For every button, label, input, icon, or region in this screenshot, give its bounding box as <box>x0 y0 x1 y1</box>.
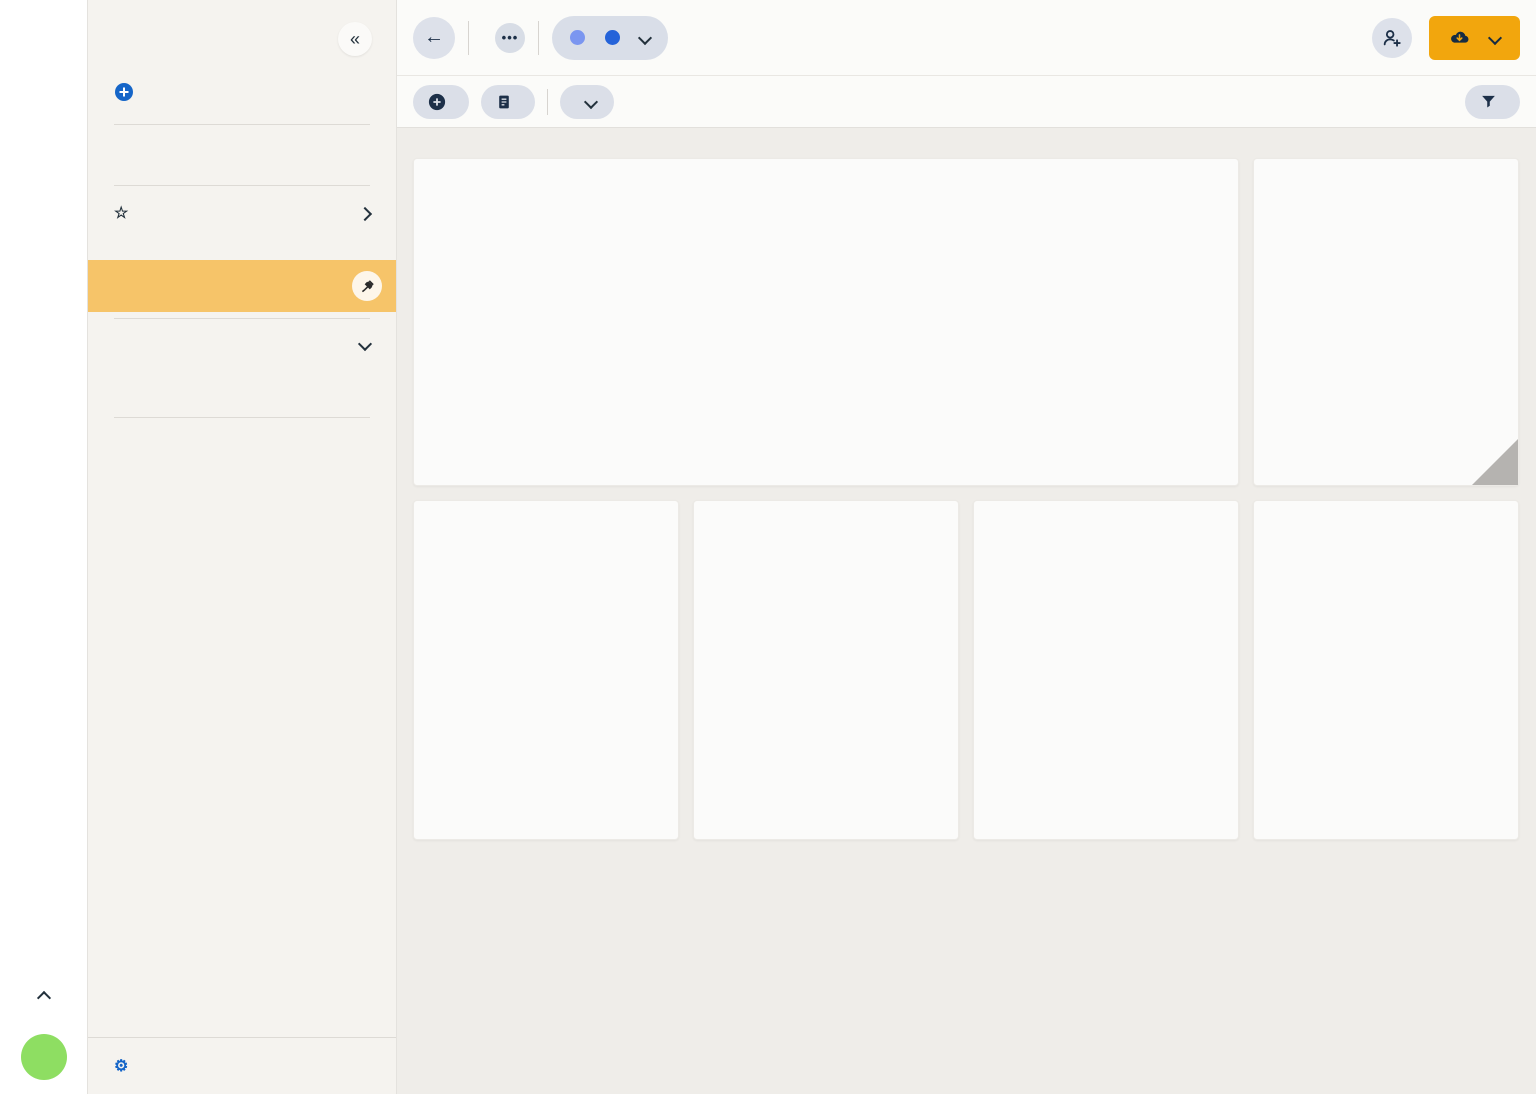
chevron-down-icon <box>638 30 652 44</box>
audience-age-card <box>973 500 1239 840</box>
date-range-1-dot-icon <box>570 30 585 45</box>
posts-bar-card <box>693 500 959 840</box>
rail-collapse-button[interactable] <box>39 990 49 1008</box>
date-range-selector[interactable] <box>552 16 668 60</box>
mention-count-line-chart <box>414 180 1240 446</box>
more-options-button[interactable]: ••• <box>495 23 525 53</box>
favorite-reports-section[interactable]: ☆ <box>88 192 396 236</box>
plus-circle-icon <box>428 93 446 111</box>
date-range-2-dot-icon <box>605 30 620 45</box>
warning-triangle-icon[interactable] <box>1472 439 1518 485</box>
chevron-up-icon <box>36 991 50 1005</box>
share-report-button[interactable] <box>1372 18 1412 58</box>
sidebar-collapse-button[interactable]: « <box>338 22 372 56</box>
sidebar-item-active-report[interactable] <box>88 260 396 312</box>
add-metric-button[interactable] <box>413 85 469 119</box>
benchmarking-section[interactable] <box>88 325 396 363</box>
star-icon: ☆ <box>114 206 129 222</box>
create-report-button[interactable] <box>88 66 396 118</box>
sidebar-item-industry[interactable] <box>88 363 396 387</box>
app-rail <box>0 0 88 1094</box>
sidebar-item-inbound-engagement[interactable] <box>88 236 396 260</box>
filter-funnel-icon <box>1480 93 1497 110</box>
fans-by-page-card <box>1253 500 1519 840</box>
export-button[interactable] <box>1429 16 1520 60</box>
filters-button[interactable] <box>1465 85 1520 119</box>
report-canvas <box>397 128 1536 1094</box>
back-button[interactable]: ← <box>413 17 455 59</box>
sidebar-item-competitive-analysis[interactable] <box>88 387 396 411</box>
sidebar-item-welcome[interactable] <box>88 131 396 155</box>
chevron-down-icon <box>584 94 598 108</box>
report-toolbar <box>397 76 1536 128</box>
plus-circle-icon <box>114 82 134 102</box>
chevron-down-icon <box>358 337 372 351</box>
mention-count-card <box>413 158 1239 486</box>
person-add-icon <box>1381 27 1403 49</box>
add-note-button[interactable] <box>481 85 535 119</box>
audience-age-area-chart <box>974 524 1238 774</box>
note-icon <box>496 94 512 110</box>
analytic-settings-button[interactable]: ⚙ <box>88 1037 396 1094</box>
select-social-accounts-dropdown[interactable] <box>560 85 614 119</box>
sidebar-item-all-reports[interactable] <box>88 155 396 179</box>
avatar[interactable] <box>21 1034 67 1080</box>
gear-icon: ⚙ <box>114 1056 128 1076</box>
engagements-card <box>1253 158 1519 486</box>
chevron-down-icon <box>1488 30 1502 44</box>
chevron-right-icon <box>358 207 372 221</box>
cloud-download-icon <box>1449 27 1470 48</box>
traffic-by-page-card <box>413 500 679 840</box>
pin-icon[interactable] <box>352 271 382 301</box>
analytics-sidebar: « ☆ ⚙ <box>88 0 397 1094</box>
posts-bar-chart <box>694 522 958 812</box>
report-topbar: ← ••• <box>397 0 1536 76</box>
traffic-donut-chart <box>414 524 678 724</box>
